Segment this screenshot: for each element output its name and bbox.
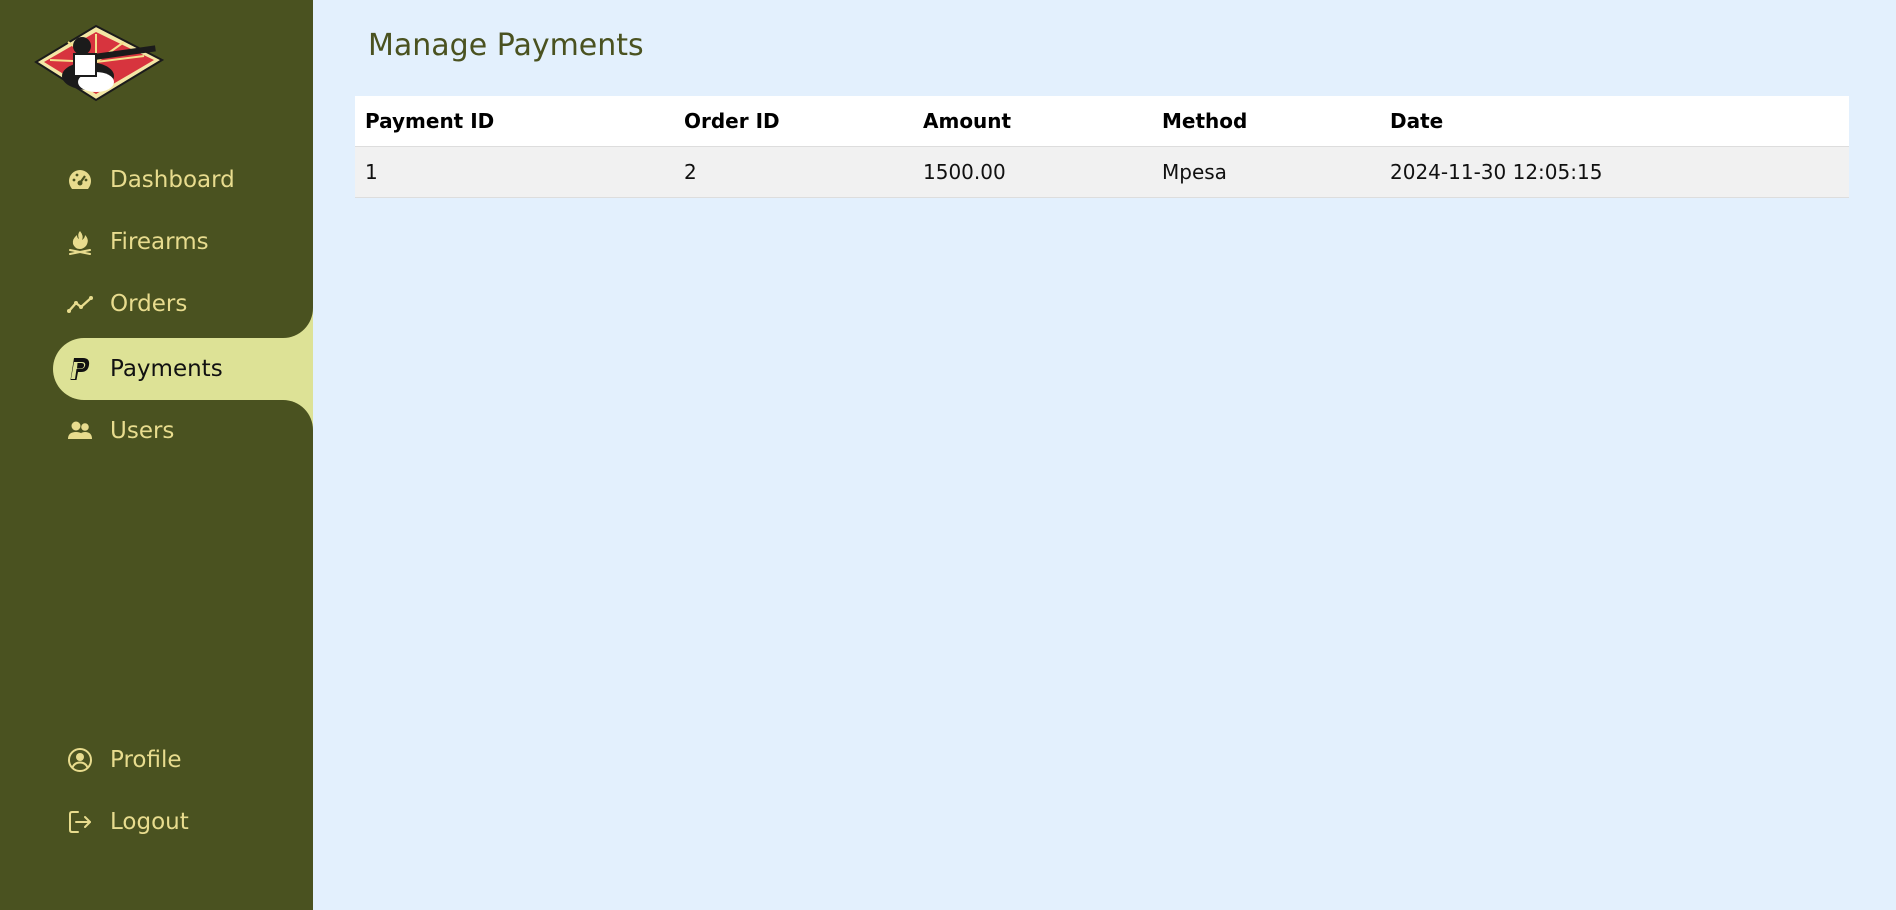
nav-label: Payments [110,356,223,382]
nav-item-payments[interactable]: Payments [53,338,313,400]
nav-label: Dashboard [110,167,235,193]
cell-amount: 1500.00 [913,146,1152,198]
nav-item-orders[interactable]: Orders [53,273,313,335]
user-circle-icon [66,746,94,774]
nav-item-dashboard[interactable]: Dashboard [53,149,313,211]
cell-method: Mpesa [1152,146,1380,198]
main-content: Manage Payments Payment ID Order ID Amou… [313,0,1896,910]
nav-item-logout[interactable]: Logout [53,791,313,853]
sidebar: Dashboard Firearms Orders Payments Users… [0,0,313,910]
cell-order-id: 2 [674,146,913,198]
chart-line-icon [66,290,94,318]
nav-label: Orders [110,291,188,317]
column-header-order-id: Order ID [674,96,913,147]
nav-item-users[interactable]: Users [53,400,313,462]
table-header-row: Payment ID Order ID Amount Method Date [355,96,1849,147]
nav-label: Users [110,418,175,444]
cell-payment-id: 1 [355,146,674,198]
paypal-icon [66,355,94,383]
logout-icon [66,808,94,836]
nav-label: Logout [110,809,189,835]
cell-date: 2024-11-30 12:05:15 [1380,146,1849,198]
table-row[interactable]: 1 2 1500.00 Mpesa 2024-11-30 12:05:15 [355,146,1849,198]
brand-logo[interactable] [34,24,165,102]
active-curve-top [283,308,313,338]
nav-label: Profile [110,747,182,773]
users-icon [66,417,94,445]
nav-item-profile[interactable]: Profile [53,729,313,791]
nav-item-firearms[interactable]: Firearms [53,211,313,273]
column-header-method: Method [1152,96,1380,147]
nav-label: Firearms [110,229,209,255]
payments-table: Payment ID Order ID Amount Method Date 1… [355,96,1849,198]
column-header-payment-id: Payment ID [355,96,674,147]
column-header-date: Date [1380,96,1849,147]
dashboard-gauge-icon [66,166,94,194]
page-title: Manage Payments [368,28,644,63]
column-header-amount: Amount [913,96,1152,147]
firearms-icon [66,228,94,256]
